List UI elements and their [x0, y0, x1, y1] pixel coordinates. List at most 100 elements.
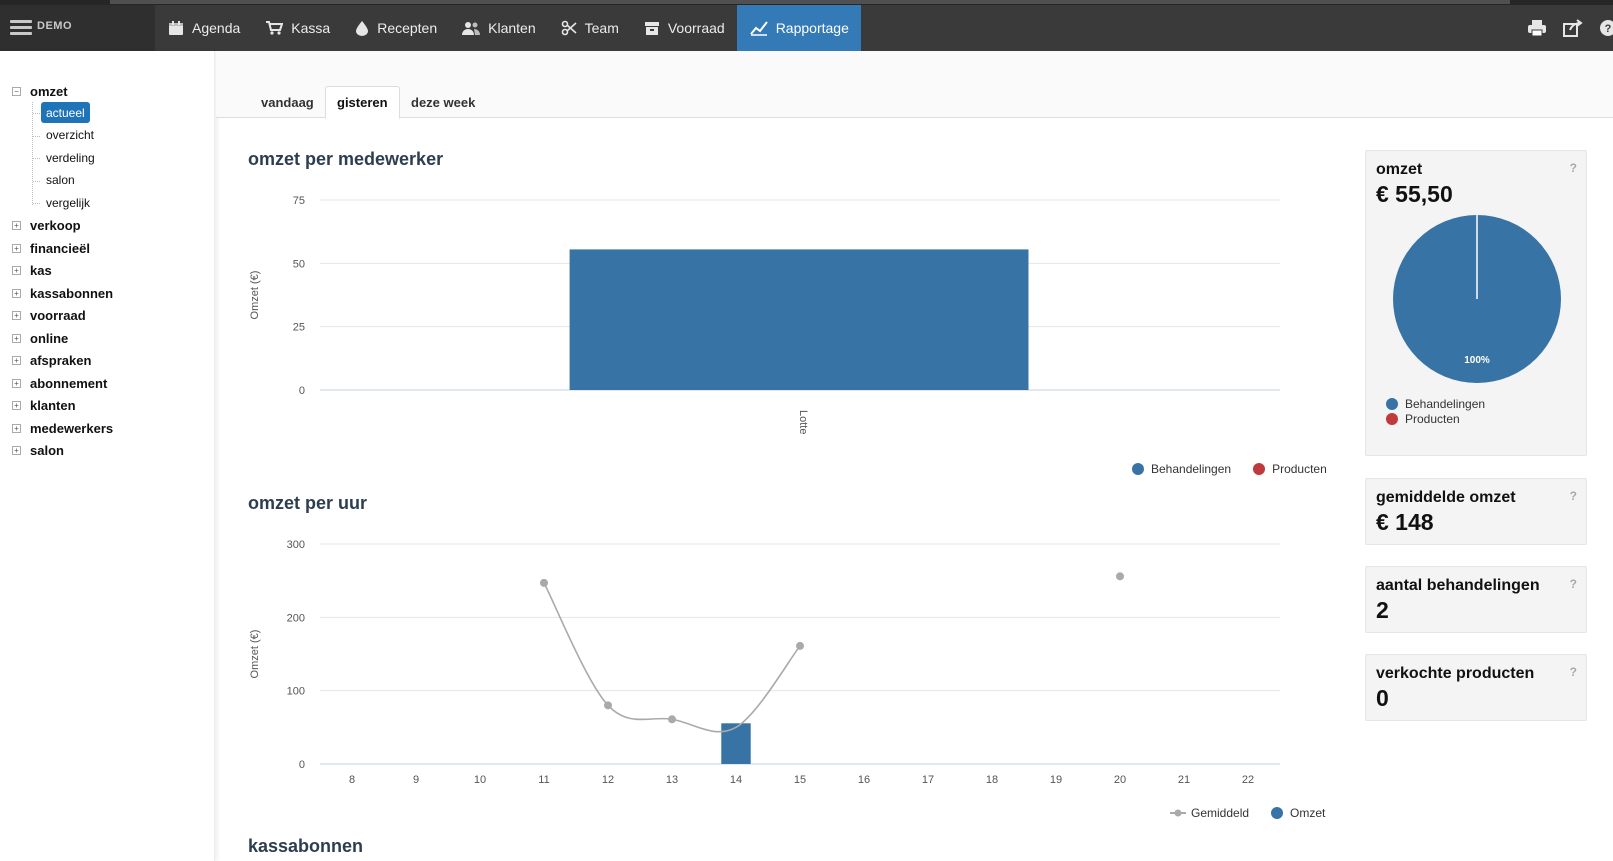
expand-toggle-icon[interactable]: +: [12, 378, 21, 388]
nav-item-rapportage[interactable]: Rapportage: [736, 5, 861, 51]
help-icon[interactable]: ?: [1570, 161, 1577, 175]
pie-legend-producten[interactable]: Producten: [1386, 412, 1460, 426]
tree-node-4[interactable]: + kassabonnen: [0, 283, 210, 303]
point-gemiddeld-11[interactable]: [540, 578, 548, 587]
expand-toggle-icon[interactable]: +: [12, 243, 21, 253]
legend-item-omzet[interactable]: Omzet: [1271, 806, 1325, 820]
tree-node-9[interactable]: + klanten: [0, 396, 210, 416]
card-label: gemiddelde omzet: [1376, 489, 1516, 506]
legend-item-producten[interactable]: Producten: [1253, 462, 1327, 476]
y-tick-label: 75: [293, 195, 305, 207]
nav-item-label: Agenda: [192, 20, 241, 36]
legend-label: Behandelingen: [1151, 462, 1232, 476]
tree-node-label: klanten: [30, 398, 76, 413]
section-title-per-medewerker: omzet per medewerker: [248, 149, 444, 169]
tree-node-label: voorraad: [30, 308, 86, 323]
nav-item-kassa[interactable]: Kassa: [252, 5, 342, 51]
y-axis-label: Omzet (€): [249, 630, 261, 679]
print-icon[interactable]: [1527, 19, 1547, 37]
legend-item-gemiddeld[interactable]: Gemiddeld: [1170, 806, 1249, 820]
expand-toggle-icon[interactable]: +: [12, 446, 21, 455]
tree-node-5[interactable]: + voorraad: [0, 306, 210, 326]
collapse-toggle-icon[interactable]: −: [12, 86, 21, 96]
nav-item-team[interactable]: Team: [548, 5, 631, 51]
point-gemiddeld-13[interactable]: [668, 715, 676, 724]
tab-gisteren[interactable]: gisteren: [325, 86, 400, 119]
tree-node-8[interactable]: + abonnement: [0, 373, 210, 393]
card-label: omzet: [1376, 161, 1423, 178]
expand-toggle-icon[interactable]: +: [12, 288, 21, 298]
tree-node-1[interactable]: + verkoop: [0, 216, 210, 236]
y-tick-label: 200: [287, 612, 305, 624]
nav-item-recepten[interactable]: Recepten: [342, 5, 449, 51]
x-tick-label: 12: [602, 774, 614, 786]
section-title-per-uur: omzet per uur: [248, 493, 368, 513]
tree-item-verdeling[interactable]: verdeling: [41, 147, 100, 168]
expand-toggle-icon[interactable]: +: [12, 356, 21, 365]
nav-item-voorraad[interactable]: Voorraad: [631, 5, 737, 51]
expand-toggle-icon[interactable]: +: [12, 423, 21, 433]
point-gemiddeld-20[interactable]: [1116, 572, 1124, 581]
nav-item-agenda[interactable]: Agenda: [155, 5, 252, 51]
expand-toggle-icon[interactable]: +: [12, 221, 21, 230]
point-gemiddeld-12[interactable]: [604, 701, 612, 710]
help-icon[interactable]: ?: [1570, 577, 1577, 591]
tree-item-salon[interactable]: salon: [41, 170, 80, 191]
tree-node-6[interactable]: + online: [0, 328, 210, 348]
tree-node-label: omzet: [30, 83, 68, 99]
tree-node-3[interactable]: + kas: [0, 261, 210, 281]
card-value: € 148: [1376, 509, 1434, 535]
x-tick-label: 20: [1114, 774, 1126, 786]
tree-node-7[interactable]: + afspraken: [0, 351, 210, 371]
tree-connector: [33, 180, 40, 182]
expand-toggle-icon[interactable]: +: [12, 333, 21, 343]
bar-behandelingen-lotte[interactable]: [569, 249, 1029, 390]
x-tick-label: 18: [986, 774, 998, 786]
section-title-kassabonnen: kassabonnen: [248, 836, 364, 856]
help-icon[interactable]: ?: [1599, 19, 1613, 37]
users-icon: [462, 22, 481, 35]
x-tick-label: Lotte: [797, 410, 809, 434]
y-tick-label: 300: [287, 539, 305, 551]
legend-swatch-line: [1170, 809, 1186, 817]
tree-node-10[interactable]: + medewerkers: [0, 418, 210, 438]
tree-node-11[interactable]: + salon: [0, 441, 210, 461]
tree-connector: [33, 158, 40, 159]
archive-icon: [644, 22, 659, 35]
pie-legend-behandelingen[interactable]: Behandelingen: [1386, 397, 1485, 411]
x-tick-label: 21: [1178, 774, 1190, 786]
expand-toggle-icon[interactable]: +: [12, 266, 21, 275]
tree-node-2[interactable]: + financieël: [0, 238, 210, 258]
calendar-icon: [169, 21, 183, 35]
brand-menu[interactable]: DEMO: [0, 5, 155, 51]
bar-omzet-uur-14[interactable]: [721, 723, 751, 764]
hamburger-icon[interactable]: [10, 20, 32, 36]
tree-node-0[interactable]: − omzet: [0, 81, 210, 101]
toolbar-right: ?: [1511, 5, 1613, 51]
tree-item-overzicht[interactable]: overzicht: [41, 125, 99, 146]
tree-node-label: verkoop: [30, 218, 81, 233]
nav-item-label: Voorraad: [667, 20, 725, 36]
legend-item-behandelingen[interactable]: Behandelingen: [1132, 462, 1231, 476]
point-gemiddeld-15[interactable]: [796, 641, 804, 650]
y-tick-label: 25: [293, 322, 305, 334]
tree-node-label: online: [30, 330, 69, 346]
tree-item-vergelijk[interactable]: vergelijk: [41, 192, 95, 213]
expand-toggle-icon[interactable]: +: [12, 401, 21, 410]
chart-omzet-per-uur: 0 100 200 300 Omzet (€) 8 9 10 11 12 13 14 15 16 17 18 1…: [249, 539, 1280, 786]
x-tick-label: 14: [730, 774, 742, 786]
nav-item-label: Recepten: [377, 20, 438, 36]
card-value: 2: [1376, 597, 1389, 623]
share-icon[interactable]: [1563, 19, 1583, 37]
help-icon[interactable]: ?: [1570, 489, 1577, 503]
card-label: verkochte producten: [1376, 665, 1535, 682]
brand-label: DEMO: [37, 20, 72, 32]
expand-toggle-icon[interactable]: +: [12, 311, 21, 320]
x-tick-label: 10: [474, 774, 486, 786]
tree-item-actueel[interactable]: actueel: [41, 102, 90, 123]
help-icon[interactable]: ?: [1570, 665, 1577, 679]
nav-item-klanten[interactable]: Klanten: [449, 5, 547, 51]
pie-data-label: 100%: [1464, 355, 1490, 366]
tab-vandaag[interactable]: vandaag: [250, 86, 325, 119]
tab-deze-week[interactable]: deze week: [400, 86, 486, 119]
